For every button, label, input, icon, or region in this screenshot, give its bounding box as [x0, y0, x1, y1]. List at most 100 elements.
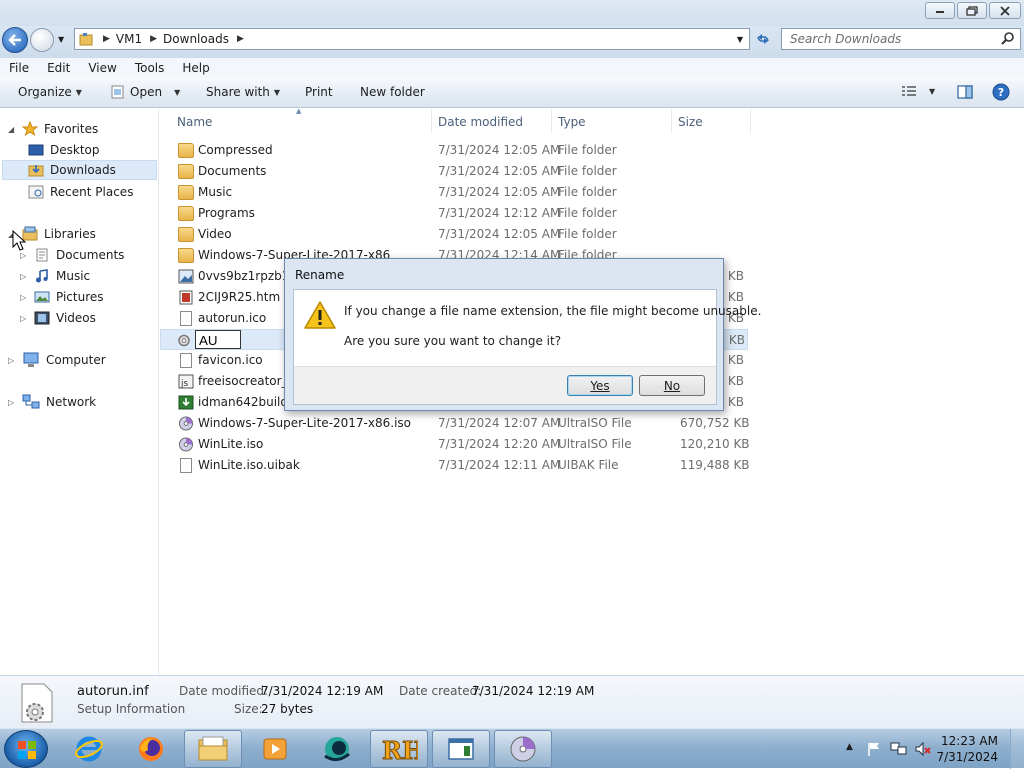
dialog-message: If you change a file name extension, the… [344, 304, 762, 318]
menu-file[interactable]: File [0, 61, 38, 75]
nav-favorites[interactable]: ◢ Favorites [8, 119, 98, 139]
nav-videos[interactable]: ▷ Videos [20, 308, 96, 328]
collapsed-arrow-icon[interactable]: ▷ [20, 293, 28, 302]
nav-downloads[interactable]: Downloads [2, 160, 157, 180]
taskbar-ultraiso[interactable] [494, 730, 552, 768]
show-hidden-icons-button[interactable]: ▲ [846, 742, 853, 752]
nav-documents[interactable]: ▷ Documents [20, 245, 124, 265]
nav-computer[interactable]: ▷ Computer [8, 350, 106, 370]
breadcrumb-vm1[interactable]: VM1 [116, 32, 142, 46]
download-manager-icon [178, 395, 194, 410]
windows-explorer-icon [198, 736, 228, 761]
address-dropdown-icon[interactable]: ▼ [737, 35, 743, 44]
nav-pictures[interactable]: ▷ Pictures [20, 287, 104, 307]
file-date: 7/31/2024 12:07 AM [438, 416, 561, 430]
column-divider[interactable] [671, 109, 672, 133]
nav-music[interactable]: ▷ Music [20, 266, 90, 286]
collapsed-arrow-icon[interactable]: ▷ [20, 314, 28, 323]
nav-desktop[interactable]: Desktop [28, 140, 100, 160]
expanded-arrow-icon[interactable]: ◢ [8, 125, 16, 134]
view-options-button[interactable]: ▼ [901, 85, 935, 97]
file-row[interactable]: WinLite.iso 7/31/2024 12:20 AM UltraISO … [160, 434, 760, 455]
back-button[interactable] [2, 27, 28, 53]
refresh-icon [757, 34, 769, 44]
rename-input[interactable] [195, 330, 241, 349]
volume-muted-icon[interactable] [914, 741, 932, 757]
column-divider[interactable] [750, 109, 751, 133]
file-row[interactable]: Compressed 7/31/2024 12:05 AM File folde… [160, 140, 760, 161]
column-divider[interactable] [431, 109, 432, 133]
taskbar-windows-explorer[interactable] [184, 730, 242, 768]
organize-button[interactable]: Organize ▼ [18, 85, 82, 99]
close-button[interactable] [989, 2, 1021, 19]
action-center-flag-icon[interactable] [866, 741, 882, 757]
folder-icon [178, 185, 194, 200]
file-row[interactable]: Video 7/31/2024 12:05 AM File folder [160, 224, 760, 245]
taskbar-app-green[interactable] [308, 730, 366, 768]
column-header-size[interactable]: Size [678, 115, 703, 129]
breadcrumb-arrow-icon[interactable]: ▶ [103, 34, 110, 44]
network-status-icon[interactable] [890, 741, 908, 757]
share-with-button[interactable]: Share with ▼ [206, 85, 280, 99]
yes-button[interactable]: Yes [567, 375, 633, 396]
preview-pane-button[interactable] [957, 85, 973, 99]
file-row[interactable]: Music 7/31/2024 12:05 AM File folder [160, 182, 760, 203]
chevron-down-icon: ▼ [174, 87, 181, 97]
search-input[interactable] [790, 32, 990, 46]
search-icon[interactable] [1001, 32, 1015, 46]
menu-help[interactable]: Help [173, 61, 218, 75]
collapsed-arrow-icon[interactable]: ▷ [8, 398, 16, 407]
collapsed-arrow-icon[interactable]: ▷ [8, 356, 16, 365]
details-filetype: Setup Information [77, 702, 186, 716]
restore-button[interactable] [957, 2, 987, 19]
taskbar-firefox[interactable] [122, 730, 180, 768]
menu-view[interactable]: View [79, 61, 125, 75]
nav-pictures-label: Pictures [56, 290, 104, 304]
nav-network[interactable]: ▷ Network [8, 392, 96, 412]
start-button[interactable] [4, 730, 48, 768]
breadcrumb-downloads[interactable]: Downloads [163, 32, 229, 46]
help-button[interactable]: ? [992, 83, 1010, 101]
column-divider[interactable] [551, 109, 552, 133]
minimize-button[interactable] [925, 2, 955, 19]
application-window-icon [448, 738, 474, 760]
breadcrumb-arrow-icon[interactable]: ▶ [150, 34, 157, 44]
file-row[interactable]: WinLite.iso.uibak 7/31/2024 12:11 AM UIB… [160, 455, 760, 476]
address-bar[interactable]: ▶ VM1 ▶ Downloads ▶ ▼ [74, 28, 750, 50]
open-button[interactable]: Open ▼ [110, 85, 180, 99]
breadcrumb-arrow-icon[interactable]: ▶ [237, 34, 244, 44]
no-button[interactable]: No [639, 375, 705, 396]
file-row[interactable]: Programs 7/31/2024 12:12 AM File folder [160, 203, 760, 224]
title-bar [0, 0, 1024, 26]
setup-info-gear-icon [178, 334, 190, 347]
refresh-button[interactable] [752, 28, 774, 50]
blank-file-icon [180, 458, 192, 473]
taskbar-internet-explorer[interactable] [60, 730, 118, 768]
taskbar-window-app[interactable] [432, 730, 490, 768]
recent-pages-dropdown-icon[interactable]: ▼ [58, 35, 64, 44]
blank-file-icon [180, 311, 192, 326]
column-header-type[interactable]: Type [558, 115, 586, 129]
forward-button[interactable] [30, 28, 54, 52]
nav-downloads-label: Downloads [50, 163, 116, 177]
chevron-down-icon: ▼ [929, 86, 936, 96]
column-header-date[interactable]: Date modified [438, 115, 523, 129]
file-name: Programs [198, 206, 255, 220]
search-box[interactable] [781, 28, 1021, 50]
taskbar-media-player[interactable] [246, 730, 304, 768]
show-desktop-button[interactable] [1010, 729, 1024, 769]
clock[interactable]: 12:23 AM 7/31/2024 [936, 733, 998, 765]
new-folder-button[interactable]: New folder [360, 85, 425, 99]
taskbar-resource-hacker[interactable]: RH [370, 730, 428, 768]
dialog-question: Are you sure you want to change it? [344, 334, 562, 348]
collapsed-arrow-icon[interactable]: ▷ [20, 272, 28, 281]
nav-recent-places[interactable]: Recent Places [28, 182, 133, 202]
print-button[interactable]: Print [305, 85, 333, 99]
menu-tools[interactable]: Tools [126, 61, 174, 75]
column-header-name[interactable]: Name [177, 115, 212, 129]
file-row[interactable]: Windows-7-Super-Lite-2017-x86.iso 7/31/2… [160, 413, 760, 434]
file-row[interactable]: Documents 7/31/2024 12:05 AM File folder [160, 161, 760, 182]
menu-edit[interactable]: Edit [38, 61, 79, 75]
file-name: Music [198, 185, 233, 199]
disc-image-icon [178, 416, 194, 431]
